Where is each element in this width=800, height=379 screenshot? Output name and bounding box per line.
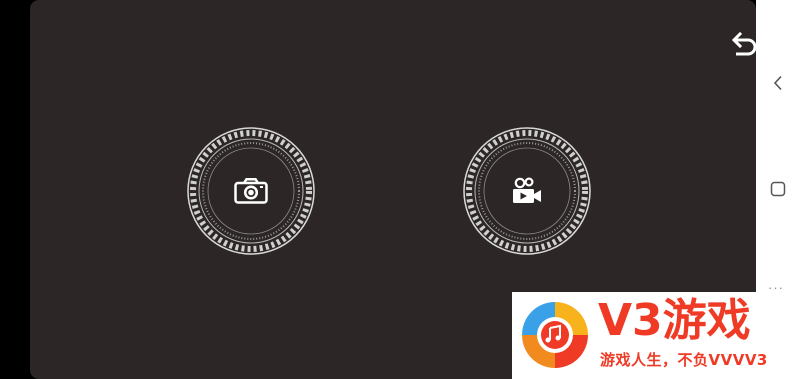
chevron-left-icon	[773, 75, 782, 91]
nav-home-button[interactable]	[764, 175, 792, 203]
screen: ··· V3游戏 游戏人生，不负VVVV3	[0, 0, 800, 379]
camera-icon	[234, 178, 268, 204]
watermark-tagline: 游戏人生，不负VVVV3	[600, 351, 768, 369]
video-mode-button[interactable]	[462, 126, 592, 256]
video-camera-icon	[511, 177, 543, 205]
nav-back-button[interactable]	[764, 69, 792, 97]
watermark-title: V3游戏	[598, 295, 751, 346]
watermark-logo	[522, 302, 588, 368]
undo-arrow-icon	[731, 31, 757, 56]
site-watermark: V3游戏 游戏人生，不负VVVV3	[512, 292, 800, 379]
photo-mode-button[interactable]	[186, 126, 316, 256]
square-icon	[770, 181, 786, 197]
